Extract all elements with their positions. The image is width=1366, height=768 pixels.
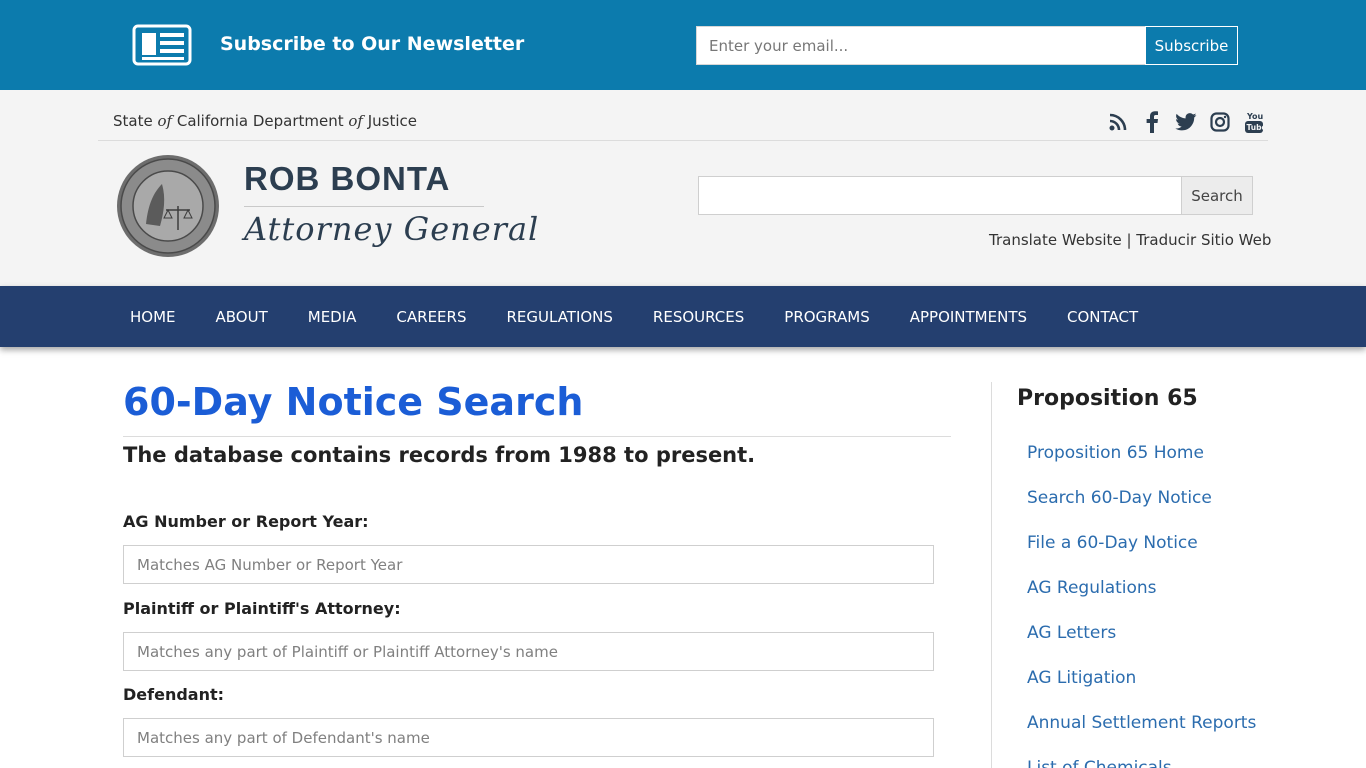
nav-item-media[interactable]: MEDIA xyxy=(288,308,377,326)
sidebar-link-ag-regulations[interactable]: AG Regulations xyxy=(1027,578,1256,623)
page-title-divider xyxy=(123,436,951,437)
subscribe-button[interactable]: Subscribe xyxy=(1145,26,1238,65)
translate-website-link[interactable]: Translate Website xyxy=(989,231,1122,249)
sidebar-title: Proposition 65 xyxy=(1017,386,1198,411)
department-line-of: of xyxy=(348,112,363,130)
facebook-icon[interactable] xyxy=(1140,110,1164,134)
title-divider xyxy=(244,206,484,207)
site-search-input[interactable] xyxy=(698,176,1182,215)
sidebar-link-list-of-chemicals[interactable]: List of Chemicals xyxy=(1027,758,1256,768)
ag-number-input[interactable] xyxy=(123,545,934,584)
youtube-icon[interactable]: You Tube xyxy=(1242,110,1266,134)
sidebar-link-ag-letters[interactable]: AG Letters xyxy=(1027,623,1256,668)
sidebar-link-ag-litigation[interactable]: AG Litigation xyxy=(1027,668,1256,713)
sidebar-link-settlement-reports[interactable]: Annual Settlement Reports xyxy=(1027,713,1256,758)
defendant-label: Defendant: xyxy=(123,685,225,704)
nav-item-regulations[interactable]: REGULATIONS xyxy=(486,308,632,326)
nav-item-resources[interactable]: RESOURCES xyxy=(633,308,764,326)
ag-number-label: AG Number or Report Year: xyxy=(123,512,369,531)
nav-item-programs[interactable]: PROGRAMS xyxy=(764,308,889,326)
department-line-part: Justice xyxy=(362,112,418,130)
nav-item-home[interactable]: HOME xyxy=(110,308,196,326)
plaintiff-label: Plaintiff or Plaintiff's Attorney: xyxy=(123,599,401,618)
nav-item-contact[interactable]: CONTACT xyxy=(1047,308,1158,326)
nav-item-about[interactable]: ABOUT xyxy=(196,308,288,326)
attorney-general-name: ROB BONTA xyxy=(244,160,451,197)
translate-separator: | xyxy=(1121,231,1137,249)
defendant-input[interactable] xyxy=(123,718,934,757)
nav-item-careers[interactable]: CAREERS xyxy=(376,308,486,326)
attorney-general-seal[interactable] xyxy=(116,154,220,258)
social-links: You Tube xyxy=(1106,110,1266,134)
department-line-part: State xyxy=(113,112,158,130)
sidebar-link-search-notice[interactable]: Search 60-Day Notice xyxy=(1027,488,1256,533)
site-header: State of California Department of Justic… xyxy=(0,90,1366,286)
attorney-general-title: Attorney General xyxy=(244,210,540,248)
sidebar-link-file-notice[interactable]: File a 60-Day Notice xyxy=(1027,533,1256,578)
svg-text:You: You xyxy=(1246,112,1263,121)
newsletter-email-input[interactable] xyxy=(696,26,1146,65)
page-title: 60-Day Notice Search xyxy=(123,380,584,424)
sidebar-divider xyxy=(991,382,992,768)
rss-icon[interactable] xyxy=(1106,110,1130,134)
sidebar-links: Proposition 65 Home Search 60-Day Notice… xyxy=(1027,443,1256,768)
instagram-icon[interactable] xyxy=(1208,110,1232,134)
department-line: State of California Department of Justic… xyxy=(113,112,417,130)
department-line-part: California Department xyxy=(172,112,349,130)
site-search-button[interactable]: Search xyxy=(1181,176,1253,215)
sidebar-link-prop65-home[interactable]: Proposition 65 Home xyxy=(1027,443,1256,488)
newsletter-bar: Subscribe to Our Newsletter Subscribe xyxy=(0,0,1366,90)
header-divider xyxy=(98,140,1268,141)
main-content: 60-Day Notice Search The database contai… xyxy=(123,380,951,757)
twitter-icon[interactable] xyxy=(1174,110,1198,134)
svg-text:Tube: Tube xyxy=(1247,123,1264,132)
newspaper-icon xyxy=(132,24,192,66)
nav-item-appointments[interactable]: APPOINTMENTS xyxy=(890,308,1047,326)
page-subtitle: The database contains records from 1988 … xyxy=(123,443,756,467)
plaintiff-input[interactable] xyxy=(123,632,934,671)
translate-links: Translate Website | Traducir Sitio Web xyxy=(989,231,1271,249)
department-line-of: of xyxy=(157,112,173,130)
newsletter-title: Subscribe to Our Newsletter xyxy=(220,33,525,55)
traducir-sitio-web-link[interactable]: Traducir Sitio Web xyxy=(1136,231,1271,249)
main-navigation: HOME ABOUT MEDIA CAREERS REGULATIONS RES… xyxy=(0,286,1366,347)
